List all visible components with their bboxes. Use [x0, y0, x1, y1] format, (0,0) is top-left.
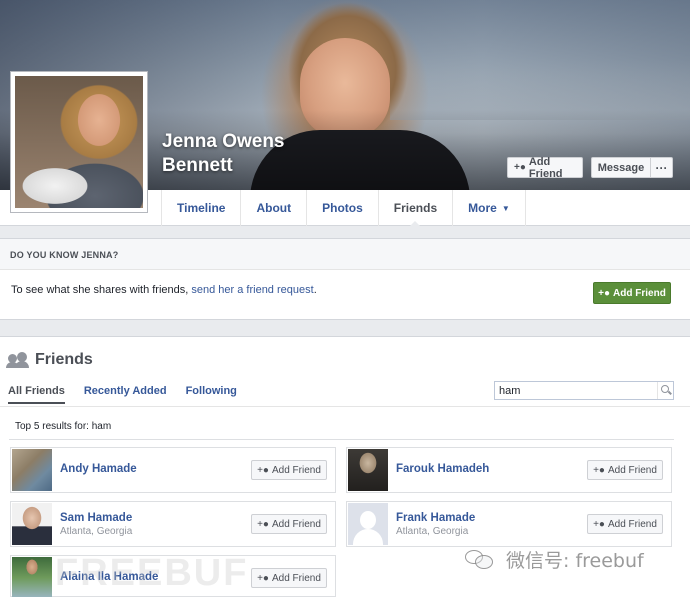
watermark-text: 微信号: freebuf	[506, 550, 644, 572]
subtab-all-friends[interactable]: All Friends	[8, 385, 65, 404]
do-you-know-text: To see what she shares with friends, sen…	[11, 284, 317, 296]
divider	[9, 439, 674, 440]
add-friend-button[interactable]: +● Add Friend	[251, 460, 327, 480]
avatar[interactable]	[348, 449, 388, 491]
add-friend-icon: +●	[593, 518, 605, 530]
add-friend-button-primary[interactable]: +● Add Friend	[593, 282, 671, 304]
tab-photos[interactable]: Photos	[306, 190, 378, 226]
avatar[interactable]	[348, 503, 388, 545]
avatar[interactable]	[12, 503, 52, 545]
profile-name-line1: Jenna Owens	[162, 131, 285, 152]
add-friend-button[interactable]: +● Add Friend	[251, 568, 327, 588]
add-friend-label: Add Friend	[271, 518, 321, 530]
do-you-know-box: DO YOU KNOW JENNA? To see what she share…	[0, 238, 690, 320]
friend-location: Atlanta, Georgia	[396, 526, 469, 537]
profile-tabs: Timeline About Photos Friends More ▼	[161, 190, 526, 227]
subtab-recently-added[interactable]: Recently Added	[84, 385, 167, 404]
add-friend-icon: +●	[598, 287, 611, 299]
search-icon[interactable]	[657, 382, 673, 399]
profile-picture-image	[15, 76, 143, 208]
do-you-know-body: To see what she shares with friends, sen…	[0, 270, 690, 320]
add-friend-icon: +●	[257, 518, 269, 530]
caret-down-icon: ▼	[501, 203, 510, 213]
tab-label: Friends	[393, 201, 438, 215]
add-friend-button[interactable]: +● Add Friend	[587, 460, 663, 480]
avatar[interactable]	[12, 449, 52, 491]
add-friend-icon: +●	[257, 572, 269, 584]
profile-picture[interactable]	[10, 71, 148, 213]
friend-card: Frank Hamade Atlanta, Georgia +● Add Frie…	[346, 501, 672, 547]
friend-name[interactable]: Sam Hamade	[60, 512, 132, 524]
subtab-following[interactable]: Following	[186, 385, 237, 404]
tab-friends[interactable]: Friends	[377, 190, 452, 227]
add-friend-button[interactable]: +● Add Friend	[251, 514, 327, 534]
message-button[interactable]: Message	[591, 157, 651, 178]
tab-about[interactable]: About	[240, 190, 306, 226]
friend-card: Farouk Hamadeh +● Add Friend	[346, 447, 672, 493]
add-friend-icon: +●	[514, 162, 526, 173]
add-friend-label: Add Friend	[271, 572, 321, 584]
add-friend-label: Add Friend	[607, 518, 657, 530]
divider	[0, 406, 690, 407]
more-dots-icon: ···	[655, 160, 668, 175]
add-friend-button[interactable]: +● Add Friend	[587, 514, 663, 534]
add-friend-label: Add Friend	[607, 464, 657, 476]
tab-label: More	[468, 201, 497, 215]
friend-name[interactable]: Farouk Hamadeh	[396, 463, 489, 475]
send-friend-request-link[interactable]: send her a friend request	[191, 284, 313, 296]
results-label: Top 5 results for: ham	[15, 421, 112, 432]
friends-search	[494, 381, 674, 400]
friends-title: Friends	[35, 351, 93, 368]
friend-name[interactable]: Frank Hamade	[396, 512, 475, 524]
tab-more[interactable]: More ▼	[452, 190, 526, 226]
tab-label: About	[256, 201, 292, 215]
tab-timeline[interactable]: Timeline	[161, 190, 240, 226]
friends-search-input[interactable]	[495, 382, 657, 399]
friends-subtabs: All Friends Recently Added Following	[8, 385, 256, 404]
tab-label: Photos	[322, 201, 363, 215]
more-options-button[interactable]: ···	[650, 157, 673, 178]
cover-add-friend-label: Add Friend	[528, 155, 563, 180]
friend-location: Atlanta, Georgia	[60, 526, 133, 537]
add-friend-icon: +●	[257, 464, 269, 476]
wechat-icon	[465, 548, 495, 570]
friend-card: Sam Hamade Atlanta, Georgia +● Add Friend	[10, 501, 336, 547]
do-you-know-prefix: To see what she shares with friends,	[11, 284, 192, 296]
friends-heading: Friends	[6, 351, 93, 369]
profile-name-line2: Bennett	[162, 155, 233, 176]
friend-name[interactable]: Andy Hamade	[60, 463, 137, 475]
add-friend-primary-label: Add Friend	[613, 287, 666, 299]
do-you-know-suffix: .	[313, 284, 317, 296]
tab-label: Timeline	[177, 201, 226, 215]
do-you-know-heading: DO YOU KNOW JENNA?	[0, 239, 690, 270]
watermark-faint: FREEBUF	[55, 552, 249, 594]
profile-name[interactable]: Jenna Owens Bennett	[162, 130, 285, 178]
friends-icon	[6, 352, 29, 368]
avatar[interactable]	[12, 557, 52, 597]
friend-card: Andy Hamade +● Add Friend	[10, 447, 336, 493]
add-friend-icon: +●	[593, 464, 605, 476]
add-friend-label: Add Friend	[271, 464, 321, 476]
cover-add-friend-button[interactable]: +● Add Friend	[507, 155, 583, 180]
message-label: Message	[597, 161, 645, 174]
